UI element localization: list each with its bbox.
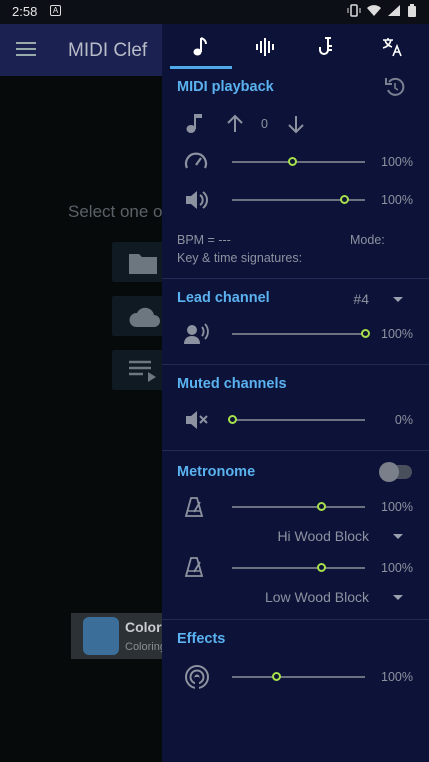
wifi-icon bbox=[367, 4, 381, 17]
metronome-hi-value: 100% bbox=[381, 500, 413, 514]
chevron-down-icon[interactable] bbox=[393, 534, 403, 539]
divider bbox=[162, 278, 429, 279]
volume-slider[interactable] bbox=[232, 195, 365, 204]
volume-slider-thumb[interactable] bbox=[339, 195, 349, 204]
bpm-label: BPM = --- bbox=[177, 233, 231, 247]
effects-slider[interactable] bbox=[232, 672, 365, 681]
status-bar: 2:58 A bbox=[0, 0, 429, 24]
lead-channel-value: 100% bbox=[381, 327, 413, 341]
tab-audio[interactable] bbox=[234, 24, 296, 70]
chevron-down-icon[interactable] bbox=[393, 297, 403, 302]
ad-subtitle: Coloring bbox=[125, 641, 166, 653]
metronome-low-icon bbox=[184, 556, 206, 583]
volume-icon bbox=[184, 188, 210, 217]
lead-voice-icon bbox=[184, 322, 210, 351]
metronome-hi-icon bbox=[184, 496, 206, 523]
menu-icon[interactable] bbox=[16, 42, 36, 56]
app-title: MIDI Clef bbox=[68, 40, 148, 61]
metronome-hi-slider[interactable] bbox=[232, 502, 365, 511]
divider bbox=[162, 619, 429, 620]
hi-sound-select[interactable]: Hi Wood Block bbox=[277, 528, 369, 544]
mode-label: Mode: bbox=[350, 233, 385, 247]
music-note-icon bbox=[193, 37, 207, 56]
midi-playback-title: MIDI playback bbox=[177, 79, 274, 95]
settings-panel: MIDI playback 0 100% 100% BPM = --- Mode… bbox=[162, 24, 429, 762]
low-sound-select[interactable]: Low Wood Block bbox=[265, 589, 369, 605]
lead-channel-slider-thumb[interactable] bbox=[361, 329, 370, 338]
effects-value: 100% bbox=[381, 670, 413, 684]
tab-instrument[interactable] bbox=[296, 24, 358, 70]
key-time-label: Key & time signatures: bbox=[177, 251, 303, 265]
metronome-toggle[interactable] bbox=[379, 462, 412, 482]
effects-icon bbox=[184, 664, 210, 695]
battery-icon bbox=[407, 4, 419, 17]
transpose-note-icon bbox=[184, 112, 204, 141]
muted-channels-title: Muted channels bbox=[177, 376, 287, 392]
tab-music-note[interactable] bbox=[170, 24, 232, 70]
lead-channel-slider[interactable] bbox=[232, 329, 370, 338]
toggle-knob bbox=[379, 462, 399, 482]
chevron-down-icon[interactable] bbox=[393, 595, 403, 600]
lead-channel-title: Lead channel bbox=[177, 290, 270, 306]
metronome-low-slider-thumb[interactable] bbox=[317, 563, 327, 572]
tab-indicator bbox=[170, 66, 232, 69]
lead-channel-select[interactable]: #4 bbox=[353, 291, 369, 307]
saxophone-icon bbox=[319, 37, 332, 55]
divider bbox=[162, 450, 429, 451]
transpose-value: 0 bbox=[261, 117, 268, 131]
metronome-low-slider[interactable] bbox=[232, 563, 365, 572]
metronome-hi-slider-thumb[interactable] bbox=[317, 502, 327, 511]
vibrate-icon bbox=[347, 4, 361, 17]
panel-tabs bbox=[162, 24, 429, 70]
cloud-icon bbox=[128, 305, 162, 334]
translate-icon bbox=[382, 38, 402, 57]
speed-slider[interactable] bbox=[232, 157, 365, 166]
notification-icon: A bbox=[50, 5, 61, 16]
speed-icon bbox=[184, 150, 208, 179]
mute-icon bbox=[184, 408, 210, 437]
ad-logo bbox=[83, 617, 119, 655]
transpose-up-button[interactable] bbox=[226, 114, 244, 139]
metronome-low-value: 100% bbox=[381, 561, 413, 575]
speed-slider-thumb[interactable] bbox=[287, 157, 297, 166]
transpose-down-button[interactable] bbox=[287, 114, 305, 139]
signal-icon bbox=[387, 4, 400, 17]
reset-icon[interactable] bbox=[384, 76, 406, 103]
playlist-icon bbox=[128, 359, 158, 388]
effects-slider-thumb[interactable] bbox=[271, 672, 281, 681]
divider bbox=[162, 364, 429, 365]
status-time: 2:58 bbox=[12, 4, 38, 19]
system-icons bbox=[347, 4, 419, 17]
tab-translate[interactable] bbox=[360, 24, 422, 70]
volume-value: 100% bbox=[381, 193, 413, 207]
waveform-icon bbox=[256, 38, 274, 56]
muted-channels-value: 0% bbox=[394, 413, 413, 427]
muted-channels-slider-thumb[interactable] bbox=[228, 415, 237, 424]
folder-icon bbox=[128, 251, 158, 280]
speed-value: 100% bbox=[381, 155, 413, 169]
muted-channels-slider[interactable] bbox=[228, 415, 365, 424]
effects-title: Effects bbox=[177, 631, 226, 647]
metronome-title: Metronome bbox=[177, 464, 256, 480]
